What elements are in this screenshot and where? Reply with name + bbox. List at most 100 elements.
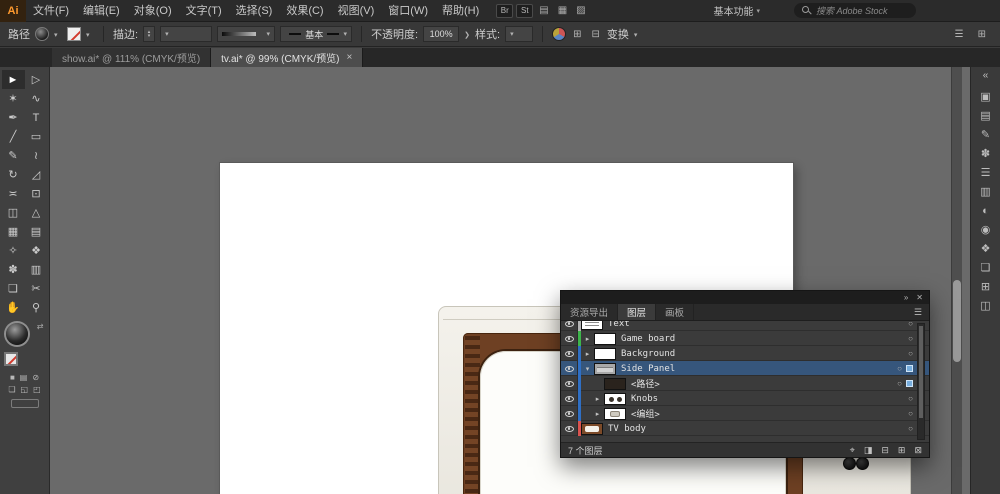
badge-st-icon[interactable]: St [516, 4, 533, 18]
badge-br-icon[interactable]: Br [496, 4, 513, 18]
transform-caret-icon[interactable] [634, 28, 642, 40]
width-tool[interactable]: ≍ [2, 184, 25, 203]
selection-tool[interactable]: ► [2, 70, 25, 89]
layer-row[interactable]: ▾Side Panel○ [561, 361, 929, 376]
new-sublayer-icon[interactable]: ⊟ [881, 445, 889, 456]
fill-swatch[interactable] [35, 27, 49, 41]
align-panel-icon[interactable]: ⊞ [981, 281, 990, 293]
appearance-panel-icon[interactable]: ◉ [981, 224, 991, 236]
hand-tool[interactable]: ✋ [2, 298, 25, 317]
free-transform-tool[interactable]: ⊡ [25, 184, 48, 203]
workspace-switcher[interactable]: 基本功能 [713, 3, 760, 18]
menu-item[interactable]: 对象(O) [127, 0, 179, 22]
brushes-panel-icon[interactable]: ✎ [981, 129, 990, 141]
fill-caret-icon[interactable] [54, 28, 62, 40]
document-tab[interactable]: show.ai* @ 111% (CMYK/预览) [52, 48, 211, 67]
symbols-panel-icon[interactable]: ✽ [981, 148, 990, 160]
layer-row[interactable]: <路径>○ [561, 376, 929, 391]
new-layer-icon[interactable]: ⊞ [898, 445, 906, 456]
lasso-tool[interactable]: ∿ [25, 89, 48, 108]
stroke-weight-dropdown[interactable] [160, 26, 212, 42]
vertical-scrollbar[interactable] [951, 67, 962, 494]
color-panel-icon[interactable]: ▣ [980, 91, 990, 103]
visibility-toggle[interactable] [561, 321, 578, 331]
target-circle-icon[interactable]: ○ [897, 364, 902, 373]
target-circle-icon[interactable]: ○ [908, 424, 913, 433]
visibility-toggle[interactable] [561, 391, 578, 406]
perspective-grid-tool[interactable]: △ [25, 203, 48, 222]
brush-definition-dropdown[interactable]: 基本 [280, 26, 352, 42]
stroke-profile-dropdown[interactable] [217, 26, 275, 42]
layer-row[interactable]: TV body○ [561, 421, 929, 436]
slice-tool[interactable]: ✂ [25, 279, 48, 298]
document-layout-icon[interactable]: ▦ [558, 5, 567, 16]
panel-scrollbar[interactable] [917, 323, 925, 440]
magic-wand-tool[interactable]: ✶ [2, 89, 25, 108]
expand-arrow-icon[interactable]: ▸ [591, 410, 604, 418]
layer-row[interactable]: ▸Knobs○ [561, 391, 929, 406]
app-logo-icon[interactable]: Ai [0, 0, 26, 22]
swatches-panel-icon[interactable]: ▤ [980, 110, 990, 122]
stroke-proxy-swatch[interactable] [4, 352, 18, 366]
panel-tab[interactable]: 图层 [618, 304, 656, 320]
mesh-tool[interactable]: ▦ [2, 222, 25, 241]
draw-behind-icon[interactable]: ◱ [21, 385, 29, 394]
column-graph-tool[interactable]: ▥ [25, 260, 48, 279]
make-clip-mask-icon[interactable]: ◨ [864, 445, 873, 456]
target-circle-icon[interactable]: ○ [897, 379, 902, 388]
workspace-grid-icon[interactable]: ⊞ [978, 29, 986, 40]
direct-selection-tool[interactable]: ▷ [25, 70, 48, 89]
pen-tool[interactable]: ✒ [2, 108, 25, 127]
target-circle-icon[interactable]: ○ [908, 334, 913, 343]
expand-arrow-icon[interactable]: ▾ [581, 365, 594, 373]
locate-object-icon[interactable]: ⌖ [850, 445, 855, 456]
expand-arrow-icon[interactable]: ▸ [581, 335, 594, 343]
screen-mode-button[interactable] [11, 399, 39, 408]
visibility-toggle[interactable] [561, 331, 578, 346]
scrollbar-thumb[interactable] [953, 280, 961, 362]
transform-label[interactable]: 变换 [607, 26, 629, 42]
expand-panels-icon[interactable]: « [983, 70, 989, 81]
visibility-toggle[interactable] [561, 361, 578, 376]
panel-tab[interactable]: 资源导出 [561, 304, 618, 320]
tab-close-icon[interactable]: × [346, 52, 352, 63]
blend-tool[interactable]: ❖ [25, 241, 48, 260]
stroke-panel-icon[interactable]: ☰ [981, 167, 991, 179]
menu-item[interactable]: 文字(T) [179, 0, 229, 22]
layer-row[interactable]: ▸Background○ [561, 346, 929, 361]
recolor-artwork-icon[interactable] [552, 27, 566, 41]
draw-inside-icon[interactable]: ◰ [33, 385, 41, 394]
menu-item[interactable]: 帮助(H) [435, 0, 486, 22]
distribute-icon[interactable]: ⊟ [591, 29, 599, 40]
graphic-styles-panel-icon[interactable]: ❖ [981, 243, 991, 255]
share-icon[interactable]: ▨ [576, 5, 585, 16]
gradient-panel-icon[interactable]: ▥ [980, 186, 990, 198]
document-tab[interactable]: tv.ai* @ 99% (CMYK/预览)× [211, 48, 363, 67]
zoom-tool[interactable]: ⚲ [25, 298, 48, 317]
delete-layer-icon[interactable]: ⊠ [914, 445, 922, 456]
target-circle-icon[interactable]: ○ [908, 321, 913, 328]
arrange-documents-icon[interactable]: ▤ [539, 5, 548, 16]
type-tool[interactable]: T [25, 108, 48, 127]
stroke-caret-icon[interactable] [86, 28, 94, 40]
symbol-sprayer-tool[interactable]: ✽ [2, 260, 25, 279]
visibility-toggle[interactable] [561, 376, 578, 391]
draw-normal-icon[interactable]: ❏ [8, 385, 15, 394]
target-circle-icon[interactable]: ○ [908, 349, 913, 358]
panel-tab[interactable]: 画板 [656, 304, 694, 320]
style-swatch-dropdown[interactable] [505, 26, 533, 42]
target-circle-icon[interactable]: ○ [908, 394, 913, 403]
menu-item[interactable]: 窗口(W) [381, 0, 435, 22]
shape-builder-tool[interactable]: ◫ [2, 203, 25, 222]
artboards-panel-icon[interactable]: ❏ [981, 262, 991, 274]
visibility-toggle[interactable] [561, 421, 578, 436]
collapse-panel-icon[interactable]: » [904, 293, 908, 302]
menu-item[interactable]: 文件(F) [26, 0, 76, 22]
opacity-value[interactable]: 100% [423, 26, 459, 42]
paintbrush-tool[interactable]: ✎ [2, 146, 25, 165]
close-panel-icon[interactable]: ✕ [916, 293, 923, 302]
expand-arrow-icon[interactable]: ▸ [591, 395, 604, 403]
eyedropper-tool[interactable]: ✧ [2, 241, 25, 260]
line-segment-tool[interactable]: ╱ [2, 127, 25, 146]
scale-tool[interactable]: ◿ [25, 165, 48, 184]
